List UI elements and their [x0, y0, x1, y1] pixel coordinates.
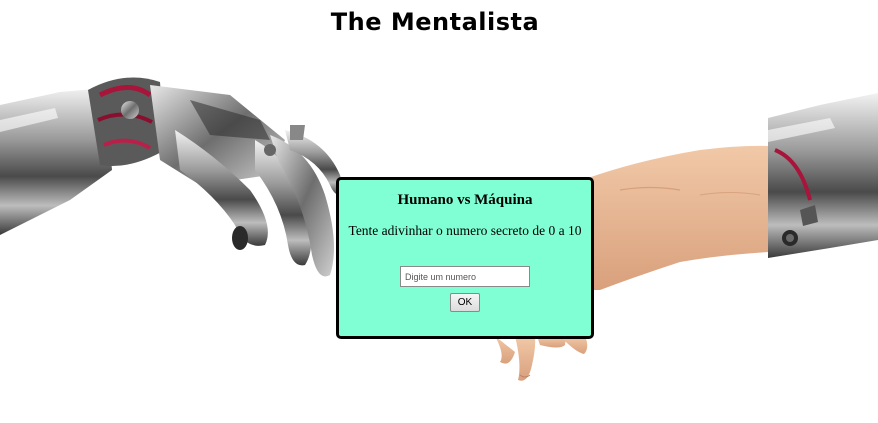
card-instructions: Tente adivinhar o numero secreto de 0 a … — [348, 223, 582, 238]
page-title: The Mentalista — [330, 8, 540, 36]
guess-game-card: Humano vs Máquina Tente adivinhar o nume… — [336, 177, 594, 339]
card-heading: Humano vs Máquina — [397, 192, 533, 208]
number-input[interactable] — [400, 266, 530, 287]
ok-button[interactable]: OK — [450, 293, 480, 312]
robot-arm-right — [768, 93, 878, 258]
robot-arm-left — [0, 77, 345, 277]
